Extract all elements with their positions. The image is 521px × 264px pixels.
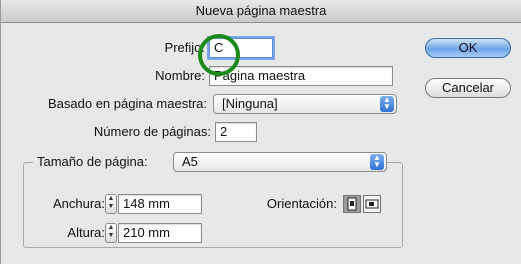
prefix-input[interactable]: C — [209, 38, 273, 58]
page-size-select[interactable]: A5 ▲ ▼ — [173, 152, 387, 172]
width-input[interactable]: 148 mm — [118, 194, 202, 214]
name-input[interactable]: Página maestra — [209, 66, 393, 86]
portrait-orientation-icon[interactable] — [343, 195, 361, 213]
based-on-value: [Ninguna] — [222, 96, 278, 111]
width-stepper-icon[interactable]: ▲ ▼ — [105, 194, 117, 214]
orientation-label: Orientación: — [266, 196, 337, 211]
prefix-label: Prefijo: — [164, 40, 205, 55]
based-on-label: Basado en página maestra: — [48, 96, 207, 111]
name-label: Nombre: — [155, 68, 205, 83]
cancel-button[interactable]: Cancelar — [425, 78, 511, 98]
page-size-label: Tamaño de página: — [33, 152, 173, 172]
pages-input[interactable]: 2 — [215, 122, 257, 142]
landscape-orientation-icon[interactable] — [363, 195, 381, 213]
width-label: Anchura: — [52, 196, 105, 211]
chevron-updown-icon: ▲ ▼ — [380, 96, 394, 112]
pages-label: Número de páginas: — [93, 124, 211, 139]
page-size-value: A5 — [182, 154, 198, 169]
chevron-updown-icon: ▲ ▼ — [370, 154, 384, 170]
height-label: Altura: — [67, 225, 105, 240]
based-on-select[interactable]: [Ninguna] ▲ ▼ — [213, 94, 397, 114]
new-master-page-dialog: Nueva página maestra Prefijo: C Nombre: … — [0, 0, 521, 264]
height-input[interactable]: 210 mm — [118, 223, 202, 243]
ok-button[interactable]: OK — [425, 38, 511, 58]
height-stepper-icon[interactable]: ▲ ▼ — [105, 223, 117, 243]
dialog-title: Nueva página maestra — [1, 0, 521, 23]
